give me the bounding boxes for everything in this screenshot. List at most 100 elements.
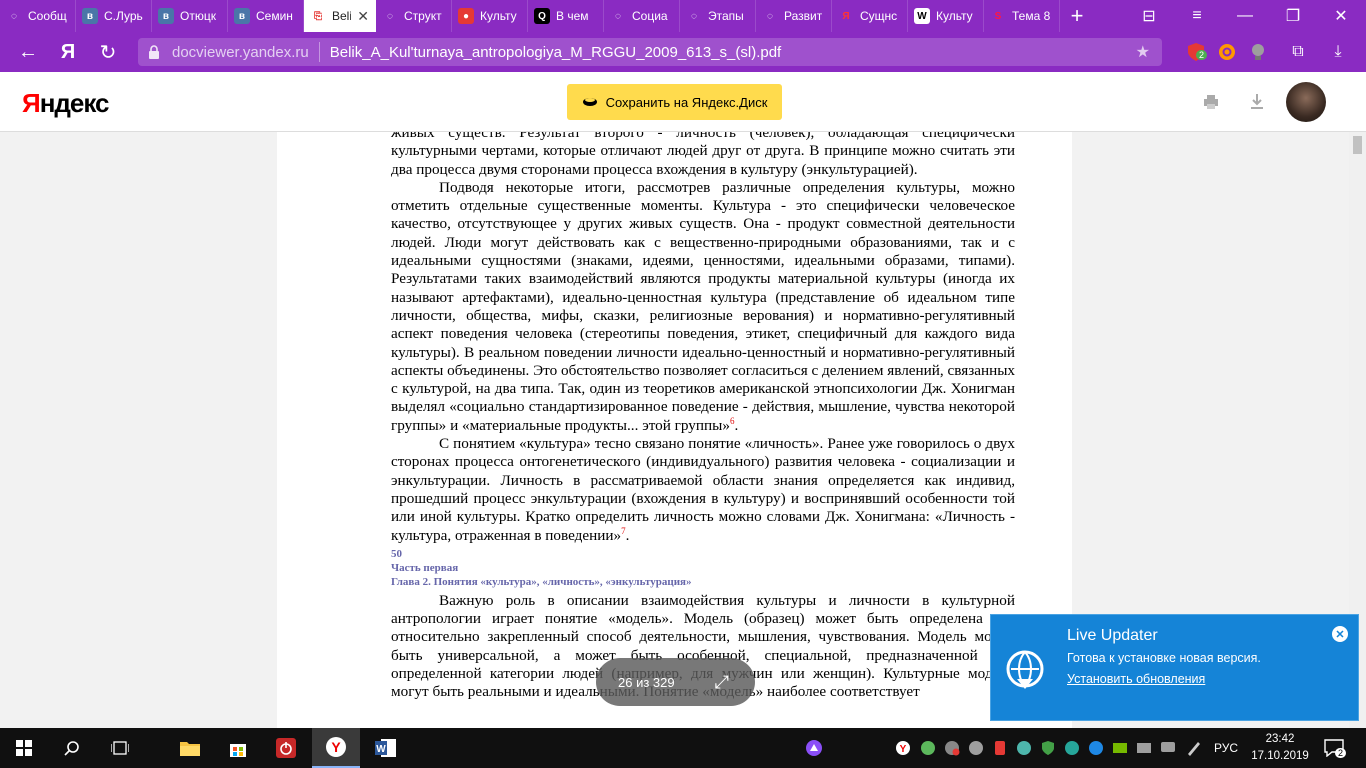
vk-icon: в	[234, 8, 250, 24]
q-icon: Q	[534, 8, 550, 24]
remote-tray-icon[interactable]	[1016, 740, 1032, 756]
torrent-tray-icon[interactable]	[920, 740, 936, 756]
network-tray-icon[interactable]	[944, 740, 960, 756]
browser-tab[interactable]: ◌ Развит	[756, 0, 832, 32]
url-field[interactable]: docviewer.yandex.ru Belik_A_Kul'turnaya_…	[138, 38, 1162, 66]
tab-label: Отюцк	[180, 9, 216, 23]
save-to-disk-button[interactable]: Сохранить на Яндекс.Диск	[567, 84, 782, 120]
clock-date: 17.10.2019	[1251, 750, 1309, 762]
tab-label: Сообщ	[28, 9, 67, 23]
extension-lightbulb-icon[interactable]	[1246, 40, 1270, 64]
close-tab-icon[interactable]: ✕	[357, 8, 369, 25]
input-language[interactable]: РУС	[1214, 728, 1238, 768]
extension-orange-icon[interactable]	[1215, 40, 1239, 64]
phone-tray-icon[interactable]	[992, 740, 1008, 756]
part-heading: Часть первая	[391, 561, 459, 574]
fullscreen-icon[interactable]: ⤢	[715, 672, 729, 693]
tab-label: Культу	[480, 9, 517, 23]
browser-tab[interactable]: в Отюцк	[152, 0, 228, 32]
minimize-button[interactable]: —	[1222, 0, 1268, 32]
store-icon[interactable]	[214, 728, 262, 768]
user-avatar[interactable]	[1286, 82, 1326, 122]
print-icon[interactable]	[1201, 92, 1221, 112]
security-shield-tray-icon[interactable]	[1040, 740, 1056, 756]
browser-tab[interactable]: ◌ Структ	[376, 0, 452, 32]
notification-title: Live Updater	[1067, 627, 1158, 644]
task-view-icon[interactable]	[96, 728, 144, 768]
bookmark-star-icon[interactable]: ★	[1136, 42, 1150, 62]
downloads-icon[interactable]: ⤓	[1326, 40, 1350, 64]
reload-button[interactable]: ↻	[88, 32, 128, 72]
tab-label: В чем	[556, 9, 589, 23]
yandex-logo[interactable]: Яндекс	[22, 88, 109, 119]
close-window-button[interactable]: ✕	[1318, 0, 1364, 32]
browser-tab[interactable]: W Культу	[908, 0, 984, 32]
yandex-tray-icon[interactable]: Y	[895, 740, 911, 756]
file-explorer-icon[interactable]	[166, 728, 214, 768]
address-bar: ← Я ↻ docviewer.yandex.ru Belik_A_Kul'tu…	[0, 32, 1366, 72]
tab-label: Культу	[936, 9, 973, 23]
url-page-title: Belik_A_Kul'turnaya_antropologiya_M_RGGU…	[329, 43, 782, 61]
save-to-disk-label: Сохранить на Яндекс.Диск	[605, 94, 768, 110]
paragraph-2: Подводя некоторые итоги, рассмотрев разл…	[391, 178, 1015, 434]
updater-tray-icon[interactable]	[1088, 740, 1104, 756]
back-button[interactable]: ←	[8, 32, 48, 72]
extensions-icon[interactable]: ⧉	[1286, 40, 1310, 64]
vk-icon: в	[82, 8, 98, 24]
chapter-heading: Глава 2. Понятия «культура», «личность»,…	[391, 575, 692, 588]
menu-icon[interactable]: ≡	[1174, 0, 1220, 32]
tab-label: Семин	[256, 9, 293, 23]
disk-icon	[582, 95, 598, 110]
tab-label: Развит	[784, 9, 823, 23]
alice-assistant-icon[interactable]	[805, 739, 823, 757]
close-notification-icon[interactable]: ✕	[1332, 626, 1348, 642]
system-clock[interactable]: 23:42 17.10.2019	[1248, 731, 1312, 765]
chat-tray-icon[interactable]	[1160, 740, 1176, 756]
power-app-icon[interactable]	[262, 728, 310, 768]
install-updates-link[interactable]: Установить обновления	[1067, 672, 1205, 686]
loading-icon: ◌	[11, 10, 17, 22]
tab-label: Этапы	[708, 9, 744, 23]
url-separator	[318, 42, 320, 62]
pen-tray-icon[interactable]	[1186, 740, 1202, 756]
scrollbar-thumb[interactable]	[1353, 136, 1362, 154]
browser-tab[interactable]: в Семин	[228, 0, 304, 32]
svg-text:W: W	[376, 744, 386, 755]
download-icon[interactable]	[1247, 92, 1267, 112]
windows-start-icon[interactable]	[0, 728, 48, 768]
collections-icon[interactable]: ⊟	[1126, 0, 1172, 32]
wikipedia-icon: W	[914, 8, 930, 24]
sync-tray-icon[interactable]	[968, 740, 984, 756]
pdf-icon: ⎘	[310, 8, 326, 24]
browser-tab[interactable]: ◌ Этапы	[680, 0, 756, 32]
browser-tab[interactable]: ⎘ Belik ✕	[304, 0, 376, 32]
restore-button[interactable]: ❐	[1270, 0, 1316, 32]
footnote-6[interactable]: 6	[730, 416, 735, 426]
adblock-shield-icon[interactable]: 2	[1184, 40, 1208, 64]
search-icon[interactable]	[48, 728, 96, 768]
browser-tab[interactable]: ◌ Сообщ	[0, 0, 76, 32]
browser-tab[interactable]: ● Культу	[452, 0, 528, 32]
antivirus-tray-icon[interactable]	[1064, 740, 1080, 756]
browser-tab[interactable]: Q В чем	[528, 0, 604, 32]
site-icon: ●	[458, 8, 474, 24]
page-counter: 26 из 329	[618, 674, 675, 690]
live-updater-notification[interactable]: Live Updater Готова к установке новая ве…	[990, 614, 1359, 721]
new-tab-button[interactable]: +	[1060, 0, 1094, 32]
lock-icon[interactable]	[144, 42, 164, 62]
app-tray-icon[interactable]	[1136, 740, 1152, 756]
loading-icon: ◌	[387, 10, 393, 22]
svg-text:Y: Y	[331, 739, 341, 755]
browser-tab[interactable]: в С.Лурь	[76, 0, 152, 32]
yandex-browser-taskbar-icon[interactable]: Y	[312, 728, 360, 768]
page-text: живых существ. Результат второго - лично…	[391, 132, 1015, 702]
browser-tab[interactable]: Я Сущнс	[832, 0, 908, 32]
nvidia-tray-icon[interactable]	[1112, 740, 1128, 756]
footnote-7[interactable]: 7	[621, 525, 626, 535]
browser-tab[interactable]: S Тема 8	[984, 0, 1060, 32]
word-icon[interactable]: W	[362, 728, 410, 768]
action-center-icon[interactable]: 2	[1322, 736, 1346, 760]
browser-tab[interactable]: ◌ Социа	[604, 0, 680, 32]
loading-icon: ◌	[615, 10, 621, 22]
yandex-icon[interactable]: Я	[48, 32, 88, 72]
